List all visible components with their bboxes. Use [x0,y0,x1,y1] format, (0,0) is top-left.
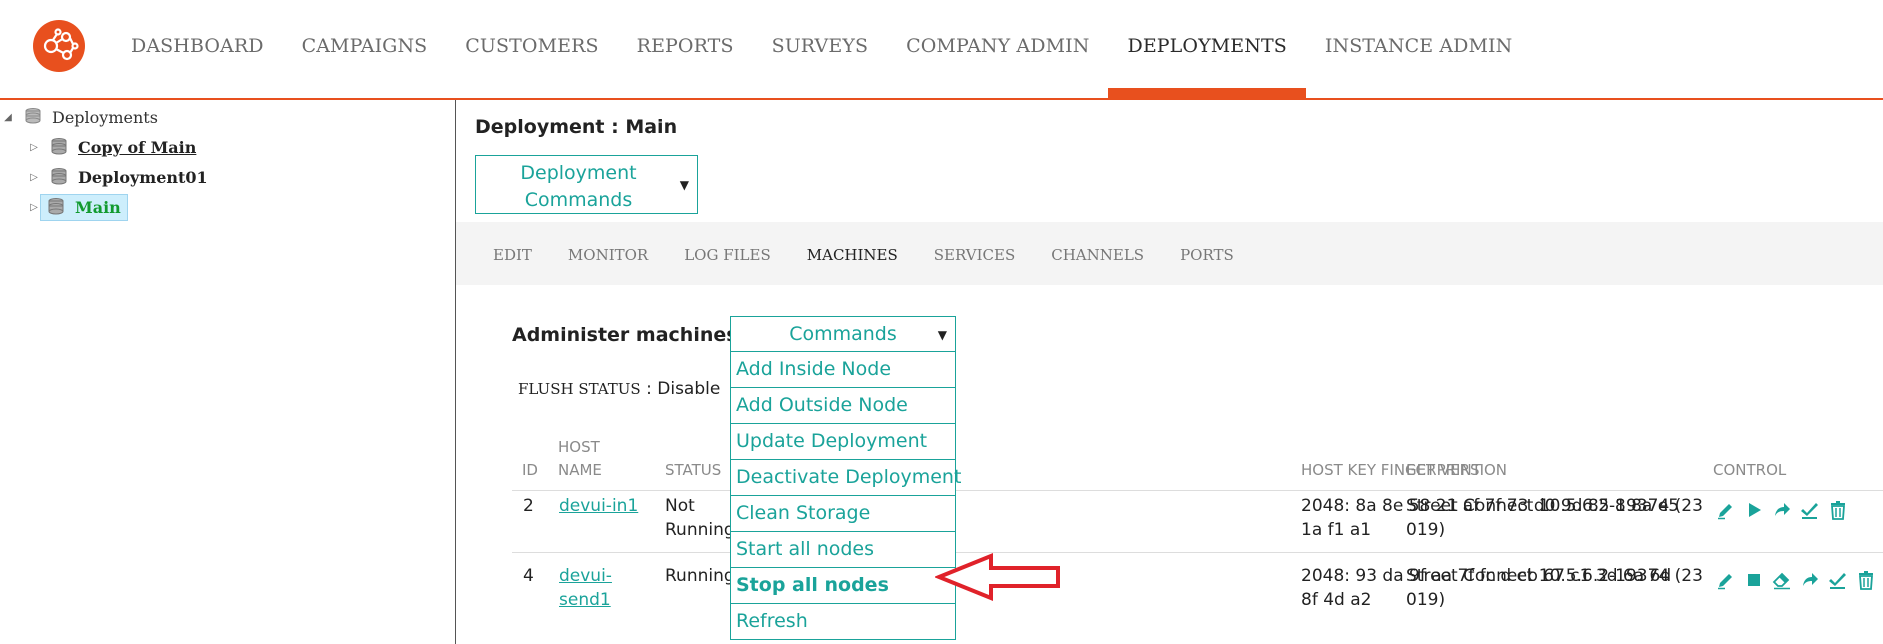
row-fingerprint-2: 8f 4d a2 [1301,590,1372,610]
tree-selection-highlight[interactable]: Main [40,193,128,221]
col-host-name: HOST [558,438,600,456]
row-version-2: 019) [1406,520,1446,540]
nav-company-admin[interactable]: COMPANY ADMIN [887,0,1108,90]
trash-icon[interactable] [1856,570,1876,590]
database-icon [47,197,65,217]
row-status: Not [665,496,695,516]
flush-status: FLUSH STATUS : Disable [518,379,720,399]
tab-monitor[interactable]: MONITOR [550,222,666,285]
menu-item-clean-storage[interactable]: Clean Storage [731,495,955,531]
section-title: Administer machines [512,324,738,346]
tree-item-label: Main [75,197,121,217]
tree-item-copy-of-main[interactable]: ▷ Copy of Main [28,134,200,160]
collapse-triangle-icon[interactable]: ◢ [2,112,14,123]
eraser-icon[interactable] [1772,570,1792,590]
nav-deployments[interactable]: DEPLOYMENTS [1108,0,1307,98]
host-link-devui-send1[interactable]: devui- [559,566,612,586]
col-id: ID [522,461,538,479]
menu-item-add-inside-node[interactable]: Add Inside Node [731,351,955,387]
tab-ports[interactable]: PORTS [1162,222,1252,285]
stop-icon[interactable] [1744,570,1764,590]
tab-machines[interactable]: MACHINES [789,222,916,285]
row-version-2: 019) [1406,590,1446,610]
host-link: devui-in1 [559,494,638,518]
deployment-tabs: EDIT MONITOR LOG FILES MACHINES SERVICES… [456,222,1883,285]
host-link: devui- [559,564,612,588]
database-icon [50,167,68,187]
row-fingerprint: 2048: 8a 8e 58 21 af 7f 73 d0 9d 85 8 8a… [1301,496,1680,516]
nav-instance-admin[interactable]: INSTANCE ADMIN [1306,0,1532,90]
nav-campaigns[interactable]: CAMPAIGNS [283,0,447,90]
database-icon [50,137,68,157]
menu-item-add-outside-node[interactable]: Add Outside Node [731,387,955,423]
top-navigation: DASHBOARD CAMPAIGNS CUSTOMERS REPORTS SU… [0,0,1883,100]
tree-item-label[interactable]: Copy of Main [74,136,200,159]
nav-reports[interactable]: REPORTS [618,0,753,90]
nav-customers[interactable]: CUSTOMERS [446,0,617,90]
tab-edit[interactable]: EDIT [456,222,550,285]
host-link-devui-send1-line2[interactable]: send1 [559,590,611,610]
page-title: Deployment : Main [475,116,678,138]
deployment-commands-label: Deployment Commands [520,162,637,211]
tab-services[interactable]: SERVICES [916,222,1033,285]
check-icon[interactable] [1828,570,1848,590]
table-divider [512,552,1883,553]
caret-down-icon: ▼ [679,178,689,192]
col-status: STATUS [665,461,722,479]
trash-icon[interactable] [1828,500,1848,520]
play-icon[interactable] [1744,500,1764,520]
check-icon[interactable] [1800,500,1820,520]
redirect-icon[interactable] [1800,570,1820,590]
row-status-2: Running [665,520,735,540]
pencil-icon[interactable] [1716,570,1736,590]
col-fingerprint: HOST KEY FINGERPRINT [1301,461,1481,479]
expand-triangle-icon[interactable]: ▷ [28,172,40,183]
database-icon [24,107,42,127]
menu-item-deactivate-deployment[interactable]: Deactivate Deployment [731,459,961,495]
host-link-devui-in1[interactable]: devui-in1 [559,496,638,516]
tab-channels[interactable]: CHANNELS [1033,222,1162,285]
tab-log-files[interactable]: LOG FILES [666,222,789,285]
machine-commands-dropdown[interactable]: Commands ▼ Add Inside Node Add Outside N… [730,316,961,640]
row-id: 2 [523,496,534,516]
annotation-arrow-icon [935,553,1060,601]
menu-item-start-all-nodes[interactable]: Start all nodes [731,531,955,567]
brand-logo[interactable] [33,20,85,72]
flush-status-value: : Disable [646,379,721,399]
nav-dashboard[interactable]: DASHBOARD [112,0,283,90]
col-control: CONTROL [1713,461,1787,479]
table-divider [512,490,1883,491]
row-controls [1716,500,1848,520]
menu-item-refresh[interactable]: Refresh [731,603,955,639]
row-id: 4 [523,566,534,586]
row-status: Running [665,566,735,586]
expand-triangle-icon[interactable]: ▷ [28,142,40,153]
deployment-tree: ◢ Deployments ▷ Copy of Main ▷ Deploymen… [0,100,456,644]
tree-root-label: Deployments [52,107,158,127]
flush-status-label: FLUSH STATUS [518,380,641,398]
row-fingerprint-2: 1a f1 a1 [1301,520,1372,540]
main-panel: Deployment : Main Deployment Commands ▼ … [456,100,1883,644]
commands-dropdown-header[interactable]: Commands ▼ [731,317,955,351]
tree-item-main[interactable]: ▷ Main [28,193,128,221]
tree-root[interactable]: ◢ Deployments [2,104,162,130]
row-fingerprint: 2048: 93 da 9f aa 7f fc d eb 67 c1 3d 6a… [1301,566,1672,586]
caret-down-icon: ▼ [937,328,947,342]
network-icon [43,28,79,61]
pencil-icon[interactable] [1716,500,1736,520]
menu-item-stop-all-nodes[interactable]: Stop all nodes [731,567,955,603]
commands-label: Commands [789,323,897,345]
host-link-2: send1 [559,588,611,612]
menu-item-update-deployment[interactable]: Update Deployment [731,423,955,459]
redirect-icon[interactable] [1772,500,1792,520]
col-host-name-2: NAME [558,461,602,479]
expand-triangle-icon[interactable]: ▷ [28,202,40,213]
main-nav: DASHBOARD CAMPAIGNS CUSTOMERS REPORTS SU… [112,0,1531,98]
tree-item-label[interactable]: Deployment01 [74,166,212,189]
deployment-commands-dropdown[interactable]: Deployment Commands ▼ [475,155,698,214]
nav-surveys[interactable]: SURVEYS [753,0,888,90]
tree-item-deployment01[interactable]: ▷ Deployment01 [28,164,212,190]
row-controls [1716,570,1876,590]
